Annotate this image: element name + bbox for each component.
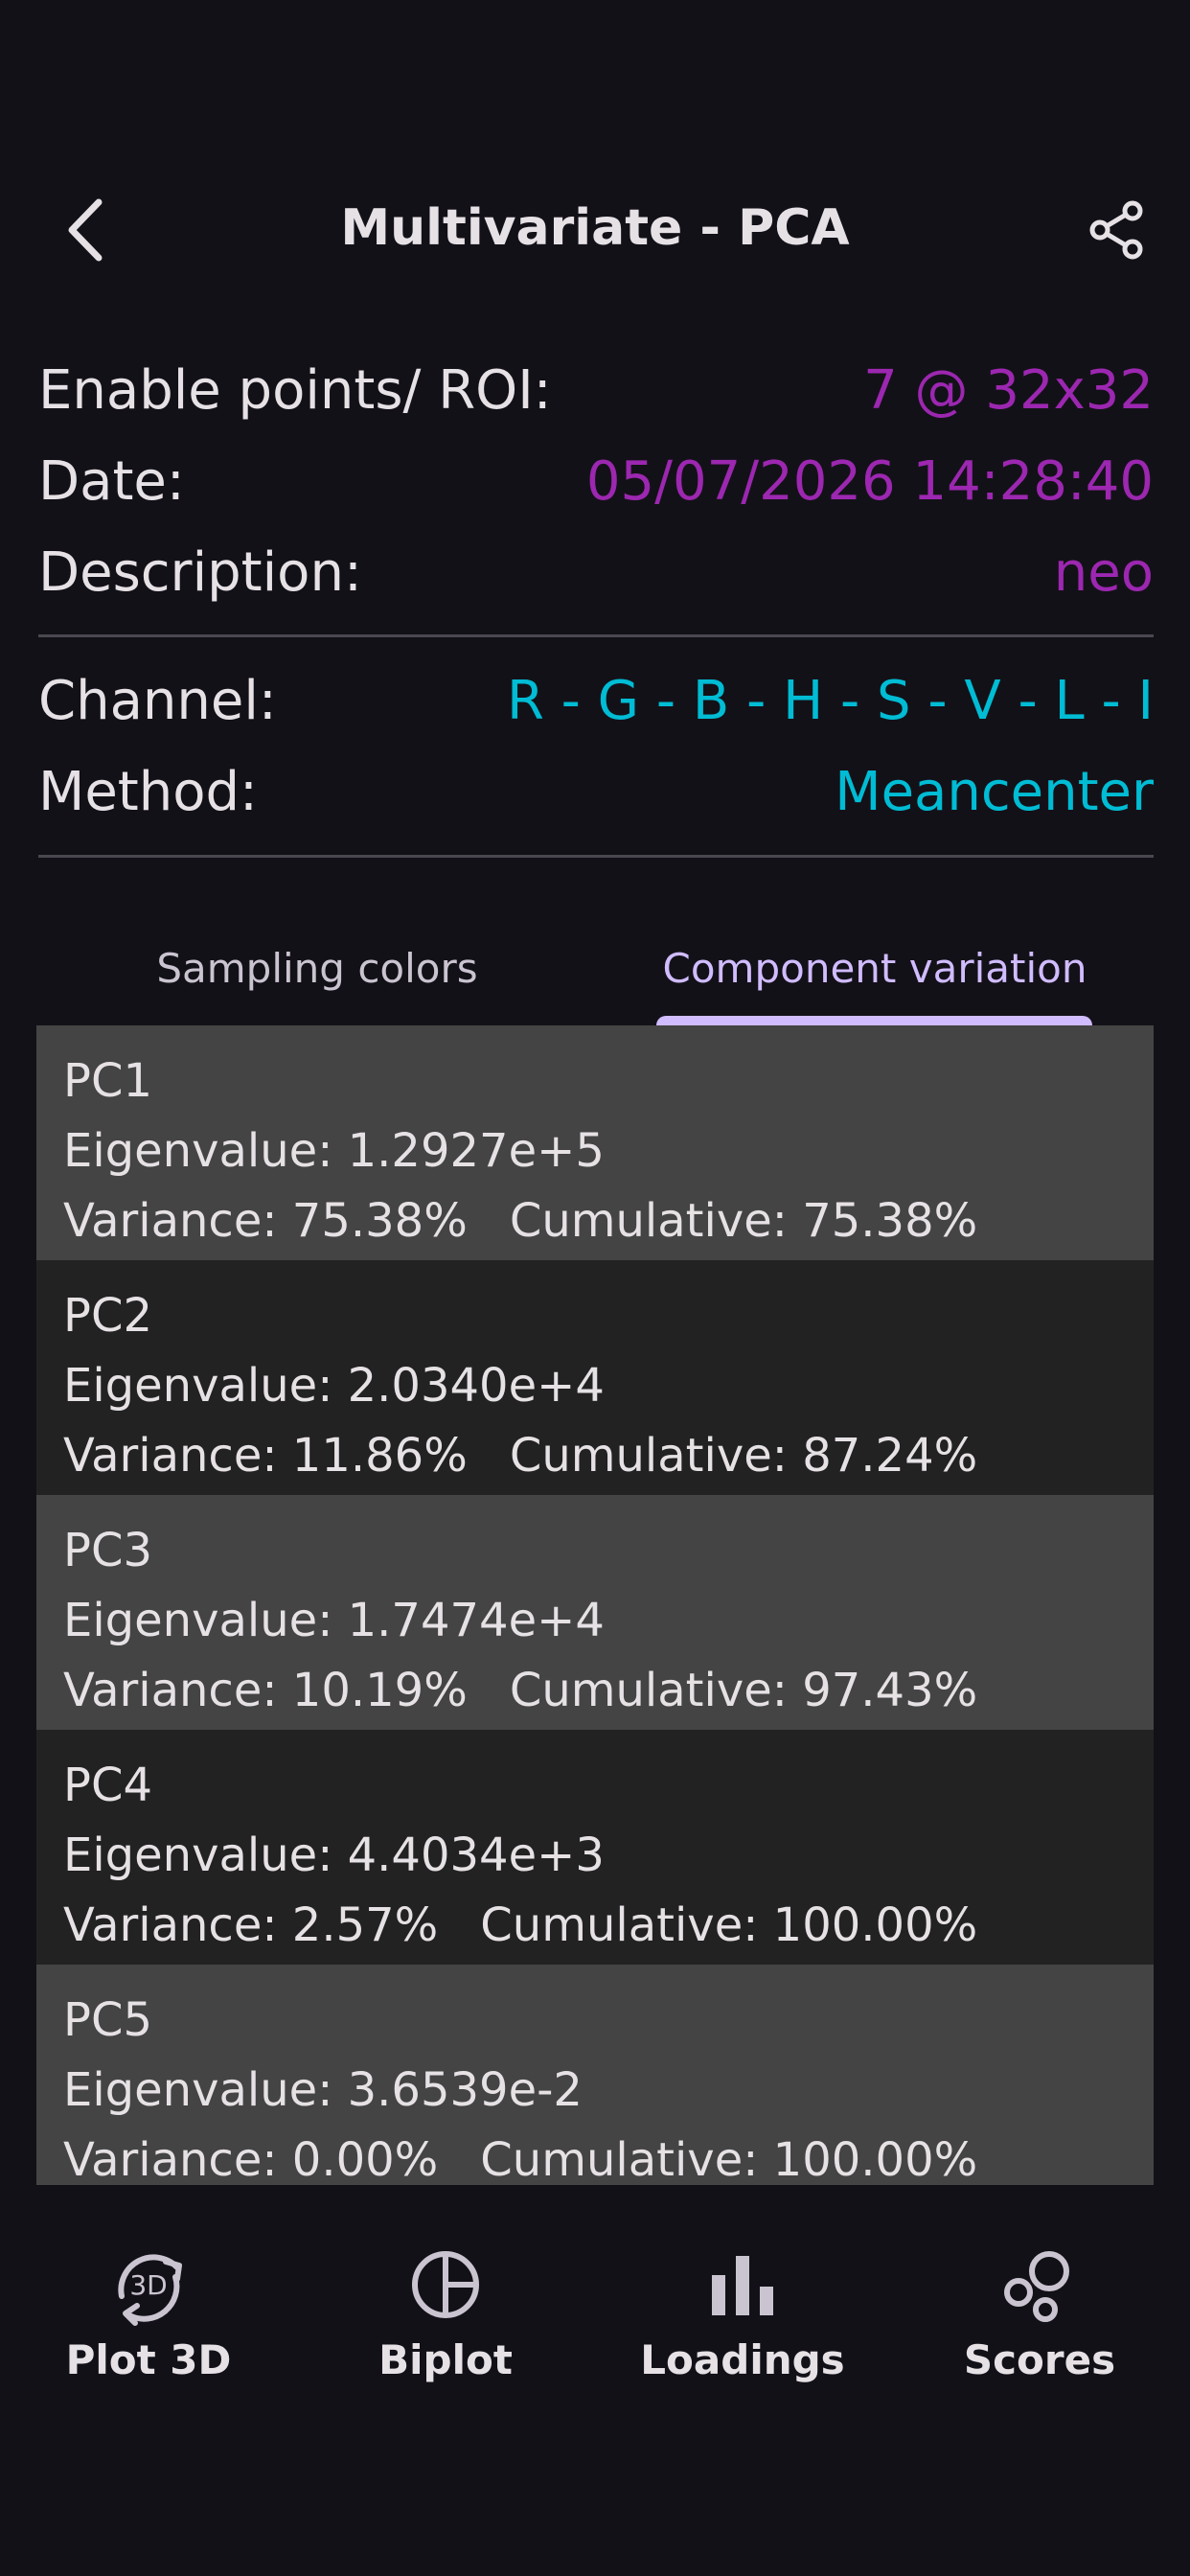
nav-loadings[interactable]: Loadings xyxy=(594,2223,891,2396)
channel-label: Channel: xyxy=(38,669,277,732)
enable-points-label: Enable points/ ROI: xyxy=(38,358,552,422)
pc-eigenvalue: Eigenvalue: 3.6539e-2 xyxy=(63,2063,583,2117)
nav-label: Loadings xyxy=(640,2336,845,2383)
pc-cumulative: Cumulative: 100.00% xyxy=(480,1898,978,1952)
pc-variance: Variance: 0.00% xyxy=(63,2133,439,2185)
pc-cumulative: Cumulative: 100.00% xyxy=(480,2133,978,2185)
description-value: neo xyxy=(1053,540,1154,604)
pc-variance: Variance: 10.19% xyxy=(63,1664,468,1717)
nav-plot-3d[interactable]: 3D Plot 3D xyxy=(0,2223,297,2396)
tab-bar: Sampling colors Component variation xyxy=(38,910,1154,1025)
pc-cumulative: Cumulative: 75.38% xyxy=(509,1194,978,1248)
nav-biplot[interactable]: Biplot xyxy=(297,2223,594,2396)
top-app-bar: Multivariate - PCA xyxy=(0,182,1190,278)
pc-variance: Variance: 11.86% xyxy=(63,1429,468,1483)
pc-eigenvalue: Eigenvalue: 2.0340e+4 xyxy=(63,1359,605,1413)
date-value: 05/07/2026 14:28:40 xyxy=(585,449,1154,513)
pc-name: PC2 xyxy=(63,1289,152,1343)
nav-label: Scores xyxy=(963,2336,1116,2383)
method-value: Meancenter xyxy=(835,760,1154,823)
scatter-bubbles-icon xyxy=(1004,2251,1069,2322)
pc-cumulative: Cumulative: 97.43% xyxy=(509,1664,978,1717)
nav-label: Plot 3D xyxy=(65,2336,232,2383)
nav-scores[interactable]: Scores xyxy=(891,2223,1188,2396)
channel-value: R - G - B - H - S - V - L - I xyxy=(506,669,1154,732)
pc-eigenvalue: Eigenvalue: 4.4034e+3 xyxy=(63,1828,605,1882)
component-list[interactable]: PC1 Eigenvalue: 1.2927e+5 Variance: 75.3… xyxy=(36,1025,1154,2185)
3d-rotate-icon: 3D xyxy=(118,2254,182,2326)
list-item-pc5: PC5 Eigenvalue: 3.6539e-2 Variance: 0.00… xyxy=(36,1965,1154,2185)
share-icon xyxy=(1089,200,1143,260)
list-item-pc1: PC1 Eigenvalue: 1.2927e+5 Variance: 75.3… xyxy=(36,1025,1154,1260)
pc-name: PC4 xyxy=(63,1759,152,1812)
3d-icon-text: 3D xyxy=(129,2269,167,2301)
date-label: Date: xyxy=(38,449,185,513)
list-item-pc3: PC3 Eigenvalue: 1.7474e+4 Variance: 10.1… xyxy=(36,1495,1154,1730)
pc-variance: Variance: 75.38% xyxy=(63,1194,468,1248)
tab-component-variation[interactable]: Component variation xyxy=(596,910,1154,1025)
bottom-navigation: 3D Plot 3D Biplot Loadings Scores xyxy=(0,2223,1190,2396)
divider xyxy=(38,634,1154,637)
pc-name: PC5 xyxy=(63,1993,152,2047)
date-row: Date: 05/07/2026 14:28:40 xyxy=(38,448,1154,515)
description-row: Description: neo xyxy=(38,539,1154,606)
enable-points-row: Enable points/ ROI: 7 @ 32x32 xyxy=(38,356,1154,424)
pc-name: PC1 xyxy=(63,1054,152,1108)
page-title: Multivariate - PCA xyxy=(340,199,850,257)
method-label: Method: xyxy=(38,760,258,823)
method-row: Method: Meancenter xyxy=(38,758,1154,825)
pc-name: PC3 xyxy=(63,1524,152,1577)
bar-chart-icon xyxy=(712,2256,773,2315)
list-item-pc2: PC2 Eigenvalue: 2.0340e+4 Variance: 11.8… xyxy=(36,1260,1154,1495)
description-label: Description: xyxy=(38,540,362,604)
pc-eigenvalue: Eigenvalue: 1.2927e+5 xyxy=(63,1124,605,1178)
list-item-pc4: PC4 Eigenvalue: 4.4034e+3 Variance: 2.57… xyxy=(36,1730,1154,1965)
share-button[interactable] xyxy=(1083,196,1152,264)
enable-points-value: 7 @ 32x32 xyxy=(863,358,1154,422)
pc-cumulative: Cumulative: 87.24% xyxy=(509,1429,978,1483)
biplot-icon xyxy=(412,2251,479,2318)
pc-variance: Variance: 2.57% xyxy=(63,1898,439,1952)
divider xyxy=(38,855,1154,858)
nav-label: Biplot xyxy=(378,2336,513,2383)
tab-indicator xyxy=(656,1016,1092,1025)
channel-row: Channel: R - G - B - H - S - V - L - I xyxy=(38,667,1154,734)
tab-sampling-colors[interactable]: Sampling colors xyxy=(38,910,596,1025)
pc-eigenvalue: Eigenvalue: 1.7474e+4 xyxy=(63,1594,605,1647)
